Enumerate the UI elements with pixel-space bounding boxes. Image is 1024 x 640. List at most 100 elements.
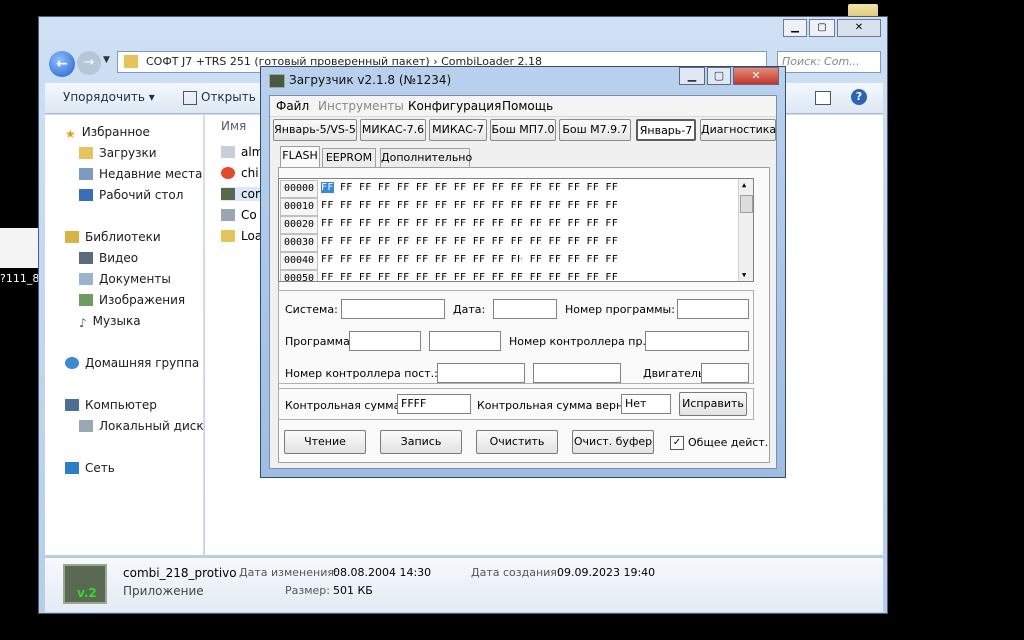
created-value: 09.09.2023 19:40 [557,566,656,579]
write-button[interactable]: Запись [380,430,462,454]
hex-cursor-byte[interactable]: FF [321,182,334,193]
clear-buffer-button[interactable]: Очист. буфер [572,430,654,454]
ecu-tab-bosch-m797[interactable]: Бош М7.9.7 [559,119,631,141]
dialog-body: Файл Инструменты Конфигурация Помощь Янв… [269,95,777,469]
firmware-info-group: Система: Дата: Номер программы: Программ… [278,290,754,384]
program-label: Программа: [285,335,354,348]
menu-file[interactable]: Файл [276,99,309,113]
ecu-tab-january7[interactable]: Январь-7 [636,119,696,141]
program-field[interactable] [349,331,421,351]
dialog-close-button[interactable]: ✕ [733,67,779,85]
date-label: Дата: [453,303,486,316]
nav-favorites[interactable]: ★ Избранное [65,125,150,141]
search-input[interactable]: Поиск: Com... [777,51,881,73]
clear-button[interactable]: Очистить [476,430,558,454]
hex-bytes: FF FF FF FF FF FF FF FF FF FF FF FF FF F… [321,272,619,282]
images-icon [79,294,93,306]
checksum-valid-field[interactable]: Нет [621,394,671,414]
menu-help[interactable]: Помощь [502,99,553,113]
controller-post-field[interactable] [437,363,525,383]
chip-icon [221,188,235,200]
list-item[interactable]: Loa [221,229,262,243]
hex-address: 00050 [280,270,318,281]
nav-network[interactable]: Сеть [65,461,115,475]
nav-libraries[interactable]: Библиотеки [65,230,161,244]
hex-row: 00010 FF FF FF FF FF FF FF FF FF FF FF F… [279,197,739,216]
details-filename: combi_218_protivo [123,566,237,580]
back-arrow-icon[interactable]: ← [49,51,75,77]
system-field[interactable] [341,299,445,319]
preview-pane-icon[interactable] [815,91,831,105]
organize-button[interactable]: Упорядочить ▾ [63,90,155,104]
computer-icon [65,399,79,411]
scroll-thumb[interactable] [740,195,753,213]
menu-tools[interactable]: Инструменты [318,99,404,113]
minimize-button[interactable]: ▁ [783,19,807,37]
folder-icon [124,55,138,68]
dialog-maximize-button[interactable]: ▢ [707,67,731,85]
size-value: 501 КБ [333,584,373,597]
engine-field[interactable] [701,363,749,383]
maximize-button[interactable]: ▢ [809,19,835,37]
open-button[interactable]: Открыть [201,90,256,104]
forward-arrow-icon[interactable]: → [77,51,101,75]
read-button[interactable]: Чтение [284,430,366,454]
chip-icon [269,74,285,88]
ecu-tab-january5[interactable]: Январь-5/VS-5 [273,119,357,141]
desktop-file-icon[interactable] [0,228,38,268]
nav-video[interactable]: Видео [79,251,138,265]
nav-desktop[interactable]: Рабочий стол [79,188,183,202]
nav-recent[interactable]: Недавние места [79,167,202,181]
list-item[interactable]: alm [221,145,263,159]
nav-images[interactable]: Изображения [79,293,185,307]
documents-icon [79,273,93,285]
hex-address: 00020 [280,216,318,234]
ecu-tab-diagnostics[interactable]: Диагностика [700,119,776,141]
size-label: Размер: [285,584,330,597]
controller-pr-field[interactable] [645,331,749,351]
downloads-folder-icon [79,147,93,159]
list-item[interactable]: chi [221,166,259,180]
tab-flash[interactable]: FLASH [280,146,320,168]
hex-address: 00000 [280,180,318,198]
created-label: Дата создания: [471,566,561,579]
date-field[interactable] [493,299,557,319]
common-action-label: Общее дейст. [688,436,769,449]
nav-documents[interactable]: Документы [79,272,171,286]
nav-downloads[interactable]: Загрузки [79,146,157,160]
program-field-2[interactable] [429,331,501,351]
scroll-down-icon[interactable]: ▼ [742,271,746,279]
chrome-icon [221,167,235,179]
modified-value: 08.08.2004 14:30 [333,566,432,579]
common-action-checkbox[interactable]: ✓ [670,436,684,450]
system-label: Система: [285,303,338,316]
close-button[interactable]: ✕ [837,19,881,37]
scroll-up-icon[interactable]: ▲ [742,181,746,189]
tab-eeprom[interactable]: EEPROM [322,148,376,168]
details-type: Приложение [123,584,204,598]
hex-scrollbar[interactable]: ▲ ▼ [738,179,753,281]
history-chevron-icon[interactable]: ▼ [103,55,110,65]
controller-post-field-2[interactable] [533,363,621,383]
list-item[interactable]: Co [221,208,257,222]
ecu-tab-mikas76[interactable]: МИКАС-7.6 [360,119,426,141]
hex-bytes: FF FF FF FF FF FF FF FF FF FF FF FF FF F… [321,182,619,193]
ecu-tab-mikas7[interactable]: МИКАС-7 [429,119,487,141]
menu-config[interactable]: Конфигурация [408,99,501,113]
ecu-tab-bosch-mp70[interactable]: Бош МП7.0 [490,119,556,141]
nav-homegroup[interactable]: Домашняя группа [65,356,199,370]
nav-computer[interactable]: Компьютер [65,398,157,412]
tab-additional[interactable]: Дополнительно [380,148,472,168]
checksum-field[interactable]: FFFF [397,394,471,414]
desktop-icon [79,189,93,201]
nav-music[interactable]: ♪ Музыка [79,314,141,330]
dialog-minimize-button[interactable]: ▁ [679,67,705,85]
help-icon[interactable]: ? [851,89,867,105]
fix-checksum-button[interactable]: Исправить [679,392,747,416]
settings-file-icon [221,209,235,221]
hex-viewer[interactable]: 00000 FF FF FF FF FF FF FF FF FF FF FF F… [278,178,754,282]
column-header-name[interactable]: Имя [221,119,246,133]
file-icon [221,146,235,158]
program-number-field[interactable] [677,299,749,319]
nav-local-disk[interactable]: Локальный диск (С [79,419,220,433]
